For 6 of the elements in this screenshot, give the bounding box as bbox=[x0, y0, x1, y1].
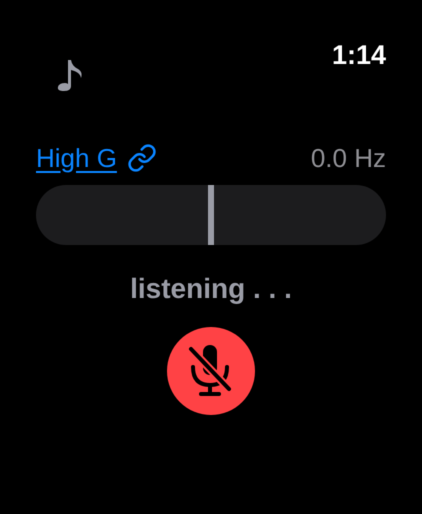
music-note-icon bbox=[56, 58, 84, 92]
note-link[interactable]: High G bbox=[36, 142, 117, 174]
link-icon[interactable] bbox=[126, 143, 157, 173]
listening-status: listening . . . bbox=[130, 273, 292, 305]
frequency-reading: 0.0 Hz bbox=[310, 142, 386, 174]
status-time: 1:14 bbox=[332, 40, 386, 71]
